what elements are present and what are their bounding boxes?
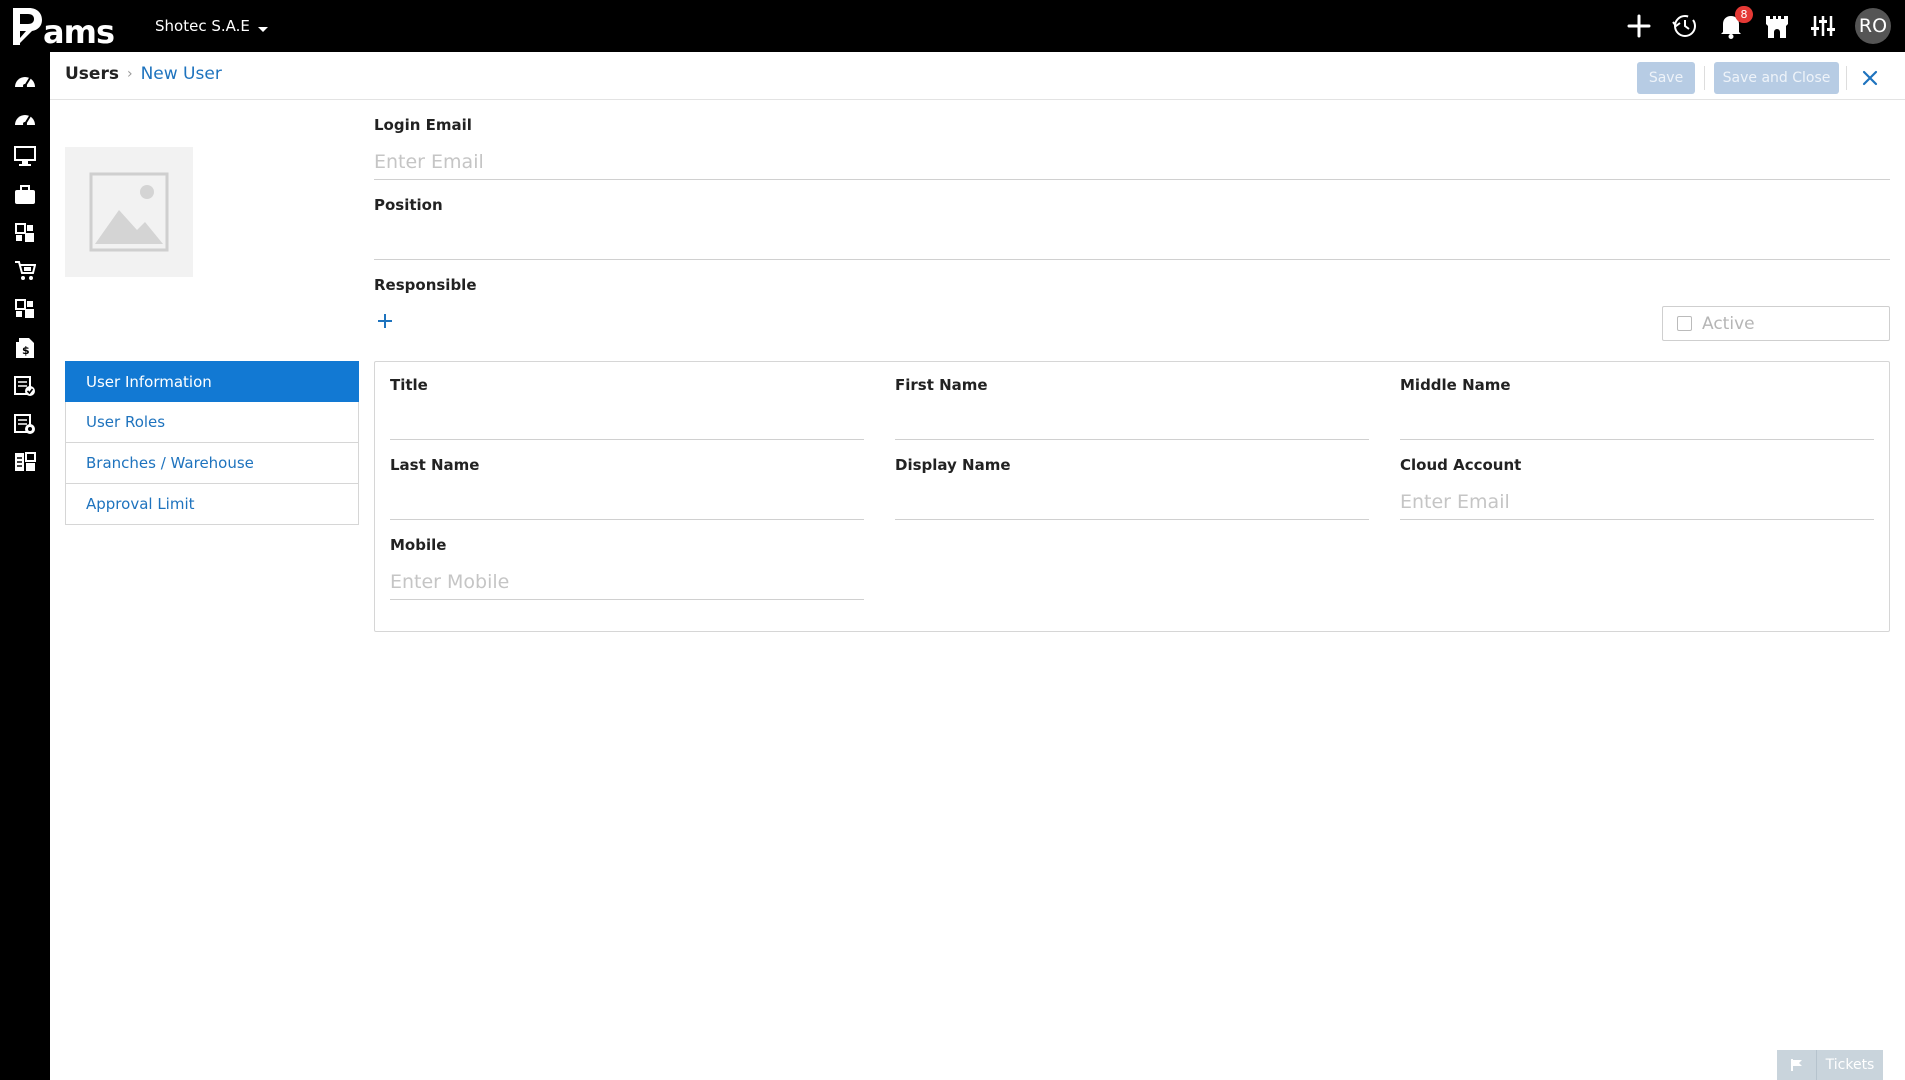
first-name-label: First Name bbox=[895, 376, 988, 394]
modules-icon[interactable] bbox=[13, 297, 37, 321]
toolbar-divider bbox=[1704, 66, 1705, 90]
sidebar: $ bbox=[0, 52, 50, 1080]
first-name-field[interactable] bbox=[895, 404, 1369, 440]
position-field[interactable] bbox=[374, 224, 1890, 260]
breadcrumb-users-link[interactable]: Users bbox=[65, 64, 119, 84]
image-placeholder-icon bbox=[89, 172, 169, 252]
last-name-label: Last Name bbox=[390, 456, 480, 474]
active-checkbox[interactable]: Active bbox=[1662, 306, 1890, 341]
invoice-dollar-icon[interactable]: $ bbox=[13, 336, 37, 360]
notification-badge: 8 bbox=[1735, 6, 1753, 23]
add-responsible-icon[interactable] bbox=[374, 310, 396, 332]
nav-item-user-roles[interactable]: User Roles bbox=[65, 402, 359, 443]
sliders-icon[interactable] bbox=[1809, 12, 1837, 40]
nav-item-user-information[interactable]: User Information bbox=[65, 361, 359, 402]
middle-name-field[interactable] bbox=[1400, 404, 1874, 440]
briefcase-icon[interactable] bbox=[13, 183, 37, 207]
document-settings-icon[interactable] bbox=[13, 412, 37, 436]
middle-name-label: Middle Name bbox=[1400, 376, 1511, 394]
app-logo[interactable]: ams bbox=[11, 4, 129, 48]
add-icon[interactable] bbox=[1625, 12, 1653, 40]
toolbar-divider bbox=[1846, 66, 1847, 90]
chevron-right-icon: › bbox=[126, 66, 133, 82]
company-name: Shotec S.A.E bbox=[155, 17, 250, 35]
company-selector[interactable]: Shotec S.A.E bbox=[155, 17, 268, 35]
save-button[interactable]: Save bbox=[1637, 62, 1695, 94]
tickets-label: Tickets bbox=[1825, 1057, 1875, 1073]
title-field[interactable] bbox=[390, 404, 864, 440]
avatar[interactable]: RO bbox=[1855, 8, 1891, 44]
tickets-button[interactable]: Tickets bbox=[1777, 1050, 1883, 1080]
top-bar: ams Shotec S.A.E 8 RO bbox=[0, 0, 1905, 52]
display-name-label: Display Name bbox=[895, 456, 1011, 474]
login-email-field[interactable] bbox=[374, 144, 1890, 180]
display-name-field[interactable] bbox=[895, 484, 1369, 520]
active-label: Active bbox=[1702, 313, 1755, 334]
caret-down-icon bbox=[257, 26, 268, 32]
nav-item-approval-limit[interactable]: Approval Limit bbox=[65, 484, 359, 525]
cloud-account-label: Cloud Account bbox=[1400, 456, 1522, 474]
page-title: New User bbox=[140, 64, 222, 84]
layout-icon[interactable] bbox=[13, 450, 37, 474]
flag-icon bbox=[1777, 1050, 1817, 1080]
history-icon[interactable] bbox=[1671, 12, 1699, 40]
user-photo-placeholder[interactable] bbox=[65, 147, 193, 277]
breadcrumb: Users › New User bbox=[65, 64, 222, 84]
dashboard-icon[interactable] bbox=[13, 68, 37, 92]
svg-text:ams: ams bbox=[43, 13, 114, 46]
position-label: Position bbox=[374, 196, 443, 214]
save-and-close-button[interactable]: Save and Close bbox=[1714, 62, 1839, 94]
mobile-field[interactable] bbox=[390, 564, 864, 600]
responsible-label: Responsible bbox=[374, 276, 477, 294]
last-name-field[interactable] bbox=[390, 484, 864, 520]
svg-text:$: $ bbox=[22, 344, 30, 357]
document-check-icon[interactable] bbox=[13, 374, 37, 398]
cart-icon[interactable] bbox=[13, 259, 37, 283]
user-sections-nav: User Information User Roles Branches / W… bbox=[65, 361, 359, 525]
monitor-icon[interactable] bbox=[13, 144, 37, 168]
nav-item-branches-warehouse[interactable]: Branches / Warehouse bbox=[65, 443, 359, 484]
title-label: Title bbox=[390, 376, 428, 394]
cloud-account-field[interactable] bbox=[1400, 484, 1874, 520]
castle-icon[interactable] bbox=[1763, 12, 1791, 40]
modules-icon[interactable] bbox=[13, 221, 37, 245]
close-icon[interactable] bbox=[1856, 64, 1884, 92]
mobile-label: Mobile bbox=[390, 536, 447, 554]
bell-icon[interactable]: 8 bbox=[1717, 6, 1753, 40]
login-email-label: Login Email bbox=[374, 116, 472, 134]
page-header: Users › New User Save Save and Close bbox=[50, 52, 1905, 100]
dashboard-icon[interactable] bbox=[13, 106, 37, 130]
checkbox-icon[interactable] bbox=[1677, 316, 1692, 331]
